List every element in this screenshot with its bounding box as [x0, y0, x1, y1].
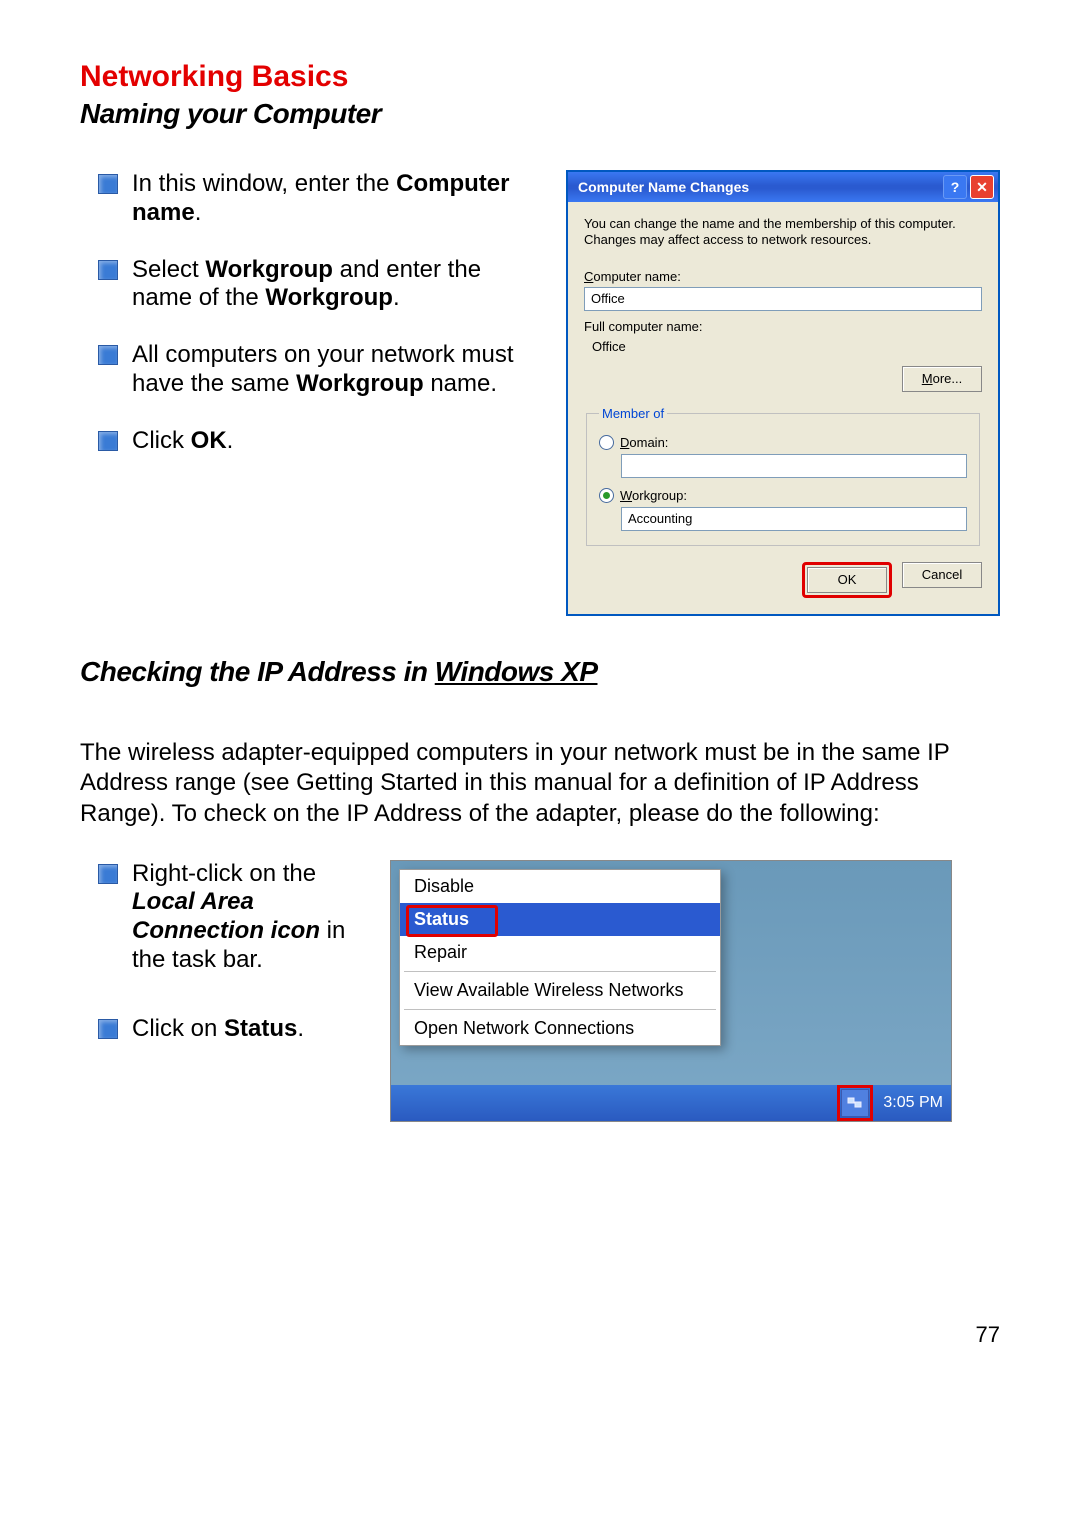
bullet-icon: [98, 431, 118, 451]
tray-icon-highlight: [837, 1085, 873, 1121]
list-item: In this window, enter the Computer name.: [98, 170, 536, 228]
section-heading-ip: Checking the IP Address in Windows XP: [80, 656, 1000, 688]
help-icon[interactable]: ?: [943, 175, 967, 199]
dialog-description: You can change the name and the membersh…: [584, 216, 982, 249]
page-subtitle: Naming your Computer: [80, 98, 1000, 130]
workgroup-input[interactable]: [621, 507, 967, 531]
close-icon[interactable]: ✕: [970, 175, 994, 199]
step-text: Click OK.: [132, 427, 233, 456]
section-paragraph: The wireless adapter-equipped computers …: [80, 738, 1000, 830]
bullet-icon: [98, 1019, 118, 1039]
step-text: Right-click on the Local Area Connection…: [132, 860, 360, 975]
bullet-icon: [98, 864, 118, 884]
radio-icon: [599, 435, 614, 450]
computer-name-dialog: Computer Name Changes ? ✕ You can change…: [566, 170, 1000, 616]
menu-item-view-networks[interactable]: View Available Wireless Networks: [400, 974, 720, 1007]
step-text: In this window, enter the Computer name.: [132, 170, 536, 228]
menu-separator: [404, 1009, 716, 1010]
radio-icon: [599, 488, 614, 503]
taskbar-clock: 3:05 PM: [883, 1094, 943, 1112]
steps-list-a: In this window, enter the Computer name.…: [98, 170, 536, 456]
menu-item-open-connections[interactable]: Open Network Connections: [400, 1012, 720, 1045]
step-text: Click on Status.: [132, 1015, 304, 1044]
menu-item-status[interactable]: Status: [400, 903, 720, 936]
computer-name-input[interactable]: [584, 287, 982, 311]
menu-separator: [404, 971, 716, 972]
menu-item-repair[interactable]: Repair: [400, 936, 720, 969]
workgroup-radio[interactable]: Workgroup:: [599, 488, 967, 503]
page-title: Networking Basics: [80, 60, 1000, 94]
list-item: Right-click on the Local Area Connection…: [98, 860, 360, 975]
cancel-button[interactable]: Cancel: [902, 562, 982, 588]
computer-name-label: Computer name:: [584, 269, 982, 284]
step-text: Select Workgroup and enter the name of t…: [132, 256, 536, 314]
domain-input[interactable]: [621, 454, 967, 478]
list-item: Click OK.: [98, 427, 536, 456]
bullet-icon: [98, 174, 118, 194]
context-menu: Disable Status Repair View Available Wir…: [399, 869, 721, 1046]
taskbar: 3:05 PM: [391, 1085, 951, 1121]
ok-button-highlight: OK: [802, 562, 892, 598]
member-of-legend: Member of: [599, 406, 667, 421]
step-text: All computers on your network must have …: [132, 341, 536, 399]
full-computer-name-label: Full computer name:: [584, 319, 982, 334]
ok-button[interactable]: OK: [807, 567, 887, 593]
bullet-icon: [98, 345, 118, 365]
page-number: 77: [80, 1322, 1000, 1348]
taskbar-context-screenshot: Disable Status Repair View Available Wir…: [390, 860, 952, 1122]
dialog-titlebar: Computer Name Changes ? ✕: [568, 172, 998, 202]
more-button[interactable]: More...: [902, 366, 982, 392]
member-of-fieldset: Member of Domain: Workgroup:: [586, 406, 980, 546]
dialog-title: Computer Name Changes: [578, 179, 749, 195]
menu-item-disable[interactable]: Disable: [400, 870, 720, 903]
network-tray-icon[interactable]: [841, 1089, 869, 1117]
list-item: All computers on your network must have …: [98, 341, 536, 399]
steps-list-b: Right-click on the Local Area Connection…: [98, 860, 360, 1044]
full-computer-name-value: Office: [584, 337, 982, 356]
domain-radio[interactable]: Domain:: [599, 435, 967, 450]
list-item: Click on Status.: [98, 1015, 360, 1044]
bullet-icon: [98, 260, 118, 280]
list-item: Select Workgroup and enter the name of t…: [98, 256, 536, 314]
